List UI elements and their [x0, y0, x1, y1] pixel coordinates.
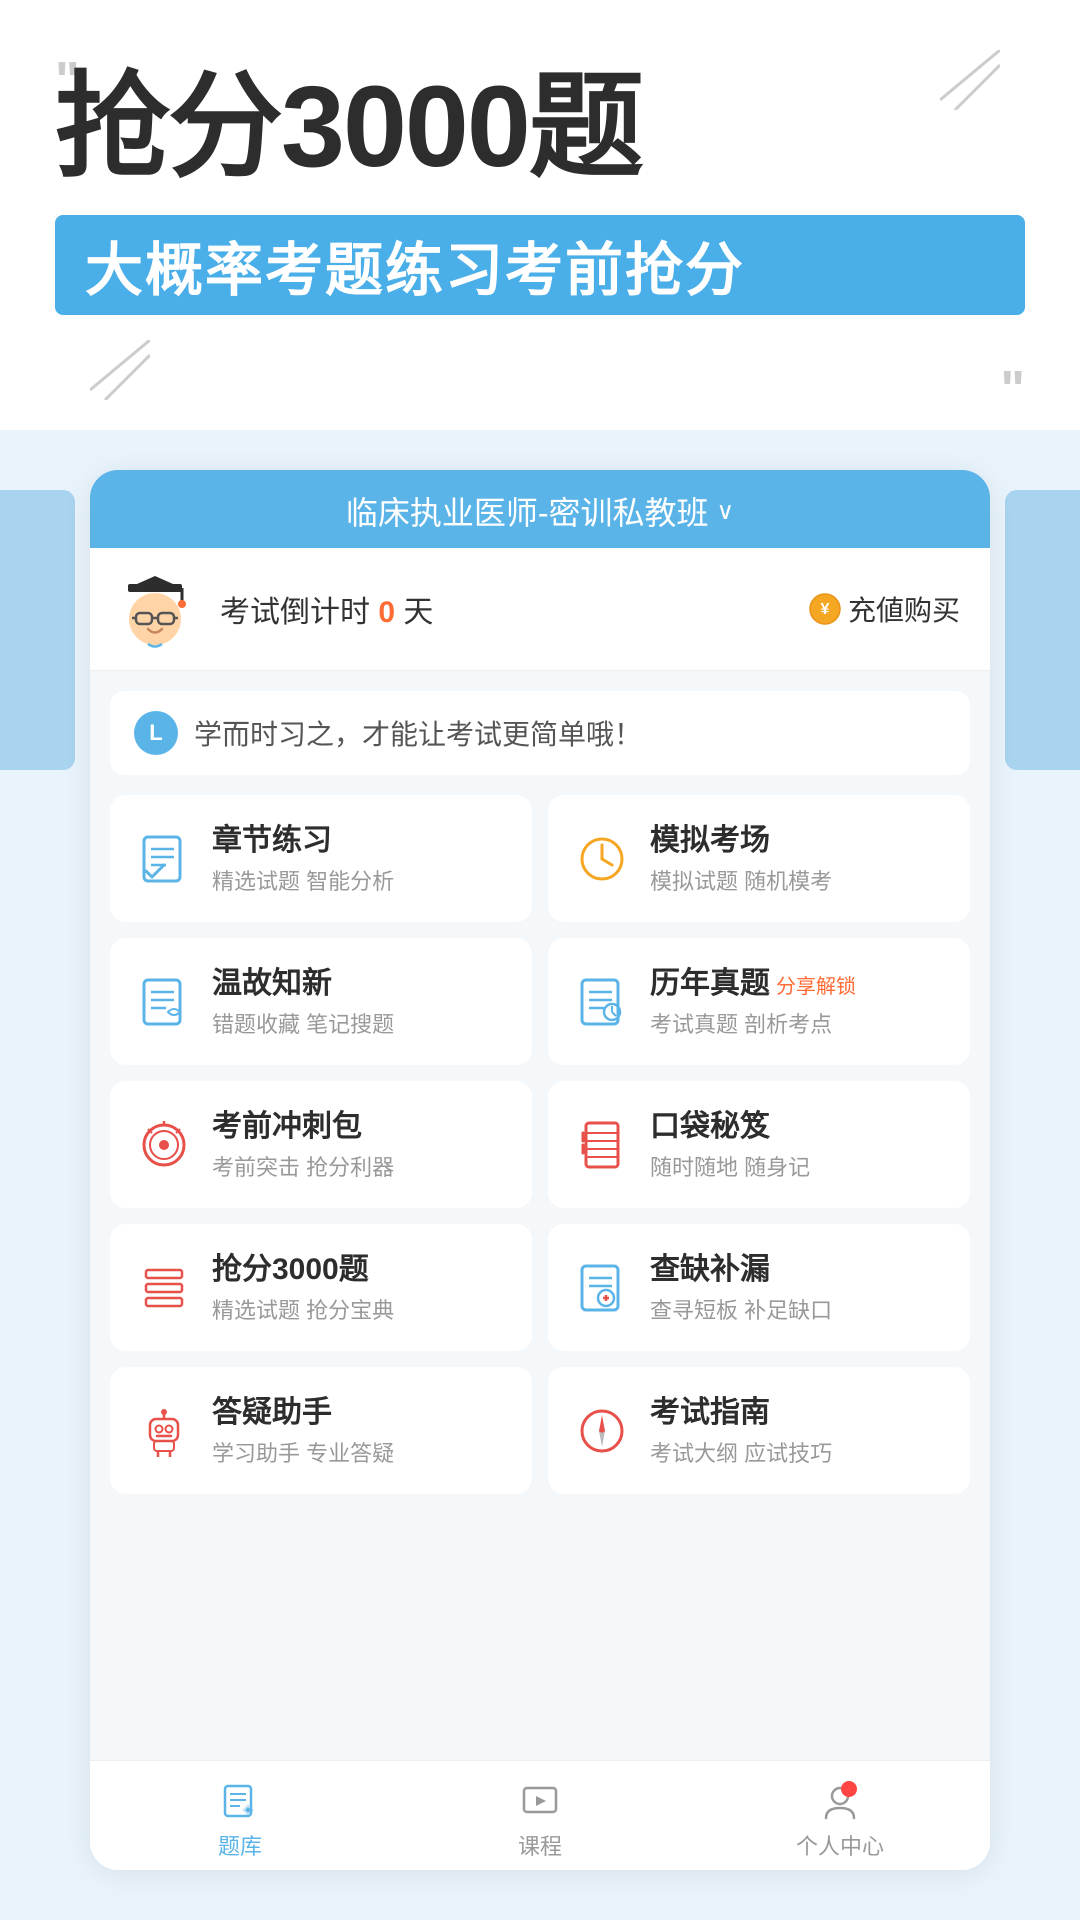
avatar-img: [110, 564, 200, 654]
exam-guide-subtitle: 考试大纲 应试技巧: [650, 1436, 832, 1468]
tip-text: 学而时习之，才能让考试更简单哦！: [194, 713, 642, 753]
question-bank-nav-icon: [217, 1779, 263, 1825]
deco-diagonal-bottom: [90, 340, 150, 400]
pocket-notes-subtitle: 随时随地 随身记: [650, 1150, 810, 1182]
avatar: [110, 564, 200, 654]
nav-spacer: [90, 1514, 990, 1634]
hero-subtitle-bar: 大概率考题练习考前抢分: [55, 215, 1025, 315]
mock-exam-icon: [572, 829, 632, 889]
sprint-content: 考前冲刺包 考前突击 抢分利器: [212, 1107, 394, 1182]
countdown-text: 考试倒计时 0 天: [220, 587, 808, 631]
profile-notification-dot: [841, 1781, 857, 1797]
menu-item-qa-helper[interactable]: 答疑助手 学习助手 专业答疑: [110, 1367, 532, 1494]
grab-score-content: 抢分3000题 精选试题 抢分宝典: [212, 1250, 394, 1325]
tip-bar: L 学而时习之，才能让考试更简单哦！: [110, 691, 970, 775]
pocket-notes-title: 口袋秘笈: [650, 1107, 810, 1146]
app-header-title: 临床执业医师-密训私教班: [346, 488, 709, 534]
menu-item-gap-check[interactable]: 查缺补漏 查寻短板 补足缺口: [548, 1224, 970, 1351]
past-exams-subtitle: 考试真题 剖析考点: [650, 1007, 856, 1039]
menu-item-review[interactable]: 温故知新 错题收藏 笔记搜题: [110, 938, 532, 1065]
countdown-value: 0: [378, 596, 395, 629]
review-subtitle: 错题收藏 笔记搜题: [212, 1007, 394, 1039]
coin-icon: ¥: [808, 592, 842, 626]
share-badge: 分享解锁: [776, 976, 856, 998]
course-nav-label: 课程: [518, 1829, 562, 1861]
side-deco-right: [1005, 490, 1080, 770]
gap-check-subtitle: 查寻短板 补足缺口: [650, 1293, 832, 1325]
exam-guide-title: 考试指南: [650, 1393, 832, 1432]
past-exams-content: 历年真题分享解锁 考试真题 剖析考点: [650, 964, 856, 1039]
menu-item-mock-exam[interactable]: 模拟考场 模拟试题 随机模考: [548, 795, 970, 922]
gap-check-title: 查缺补漏: [650, 1250, 832, 1289]
gap-check-icon: [572, 1258, 632, 1318]
qa-helper-icon: [134, 1401, 194, 1461]
recharge-label: 充値购买: [848, 589, 960, 629]
chapter-practice-content: 章节练习 精选试题 智能分析: [212, 821, 394, 896]
chapter-practice-icon: [134, 829, 194, 889]
grab-score-title: 抢分3000题: [212, 1250, 394, 1289]
pocket-notes-content: 口袋秘笈 随时随地 随身记: [650, 1107, 810, 1182]
menu-item-grab-score[interactable]: 抢分3000题 精选试题 抢分宝典: [110, 1224, 532, 1351]
review-icon: [134, 972, 194, 1032]
recharge-button[interactable]: ¥ 充値购买: [808, 589, 960, 629]
exam-guide-icon: [572, 1401, 632, 1461]
gap-check-content: 查缺补漏 查寻短板 补足缺口: [650, 1250, 832, 1325]
bottom-nav: 题库 课程: [90, 1760, 990, 1870]
menu-item-chapter-practice[interactable]: 章节练习 精选试题 智能分析: [110, 795, 532, 922]
menu-item-exam-guide[interactable]: 考试指南 考试大纲 应试技巧: [548, 1367, 970, 1494]
countdown-label: 考试倒计时: [220, 596, 370, 629]
app-header[interactable]: 临床执业医师-密训私教班 ∨: [90, 470, 990, 548]
exam-guide-content: 考试指南 考试大纲 应试技巧: [650, 1393, 832, 1468]
hero-quote-close: ": [1000, 360, 1025, 420]
dropdown-arrow-icon: ∨: [717, 497, 735, 526]
side-deco-left: [0, 490, 75, 770]
profile-nav-label: 个人中心: [796, 1829, 884, 1861]
mock-exam-content: 模拟考场 模拟试题 随机模考: [650, 821, 832, 896]
chapter-practice-subtitle: 精选试题 智能分析: [212, 864, 394, 896]
grab-score-subtitle: 精选试题 抢分宝典: [212, 1293, 394, 1325]
past-exams-icon: [572, 972, 632, 1032]
sprint-subtitle: 考前突击 抢分利器: [212, 1150, 394, 1182]
mock-exam-subtitle: 模拟试题 随机模考: [650, 864, 832, 896]
qa-helper-content: 答疑助手 学习助手 专业答疑: [212, 1393, 394, 1468]
menu-grid: 章节练习 精选试题 智能分析 模拟考场 模拟试题 随机模考: [90, 785, 990, 1514]
sprint-icon: [134, 1115, 194, 1175]
app-wrapper: 临床执业医师-密训私教班 ∨: [0, 430, 1080, 1920]
qa-helper-title: 答疑助手: [212, 1393, 394, 1432]
user-row: 考试倒计时 0 天 ¥ 充値购买: [90, 548, 990, 671]
countdown-unit: 天: [403, 596, 433, 629]
app-card: 临床执业医师-密训私教班 ∨: [90, 470, 990, 1870]
mock-exam-title: 模拟考场: [650, 821, 832, 860]
course-nav-icon: [517, 1779, 563, 1825]
review-content: 温故知新 错题收藏 笔记搜题: [212, 964, 394, 1039]
question-bank-nav-label: 题库: [218, 1829, 262, 1861]
menu-item-sprint[interactable]: 考前冲刺包 考前突击 抢分利器: [110, 1081, 532, 1208]
qa-helper-subtitle: 学习助手 专业答疑: [212, 1436, 394, 1468]
deco-diagonal-top: [940, 50, 1000, 110]
nav-item-course[interactable]: 课程: [390, 1771, 690, 1861]
hero-section: " 抢分3000题 大概率考题练习考前抢分 ": [0, 0, 1080, 430]
nav-item-profile[interactable]: 个人中心: [690, 1771, 990, 1861]
sprint-title: 考前冲刺包: [212, 1107, 394, 1146]
chapter-practice-title: 章节练习: [212, 821, 394, 860]
menu-item-past-exams[interactable]: 历年真题分享解锁 考试真题 剖析考点: [548, 938, 970, 1065]
tip-icon: L: [134, 711, 178, 755]
grab-score-icon: [134, 1258, 194, 1318]
nav-item-question-bank[interactable]: 题库: [90, 1771, 390, 1861]
profile-nav-icon-wrap: [817, 1779, 863, 1829]
menu-item-pocket-notes[interactable]: 口袋秘笈 随时随地 随身记: [548, 1081, 970, 1208]
pocket-notes-icon: [572, 1115, 632, 1175]
svg-text:¥: ¥: [821, 601, 830, 618]
review-title: 温故知新: [212, 964, 394, 1003]
past-exams-title: 历年真题分享解锁: [650, 964, 856, 1003]
hero-subtitle-text: 大概率考题练习考前抢分: [85, 223, 745, 307]
hero-title: 抢分3000题: [55, 70, 642, 185]
